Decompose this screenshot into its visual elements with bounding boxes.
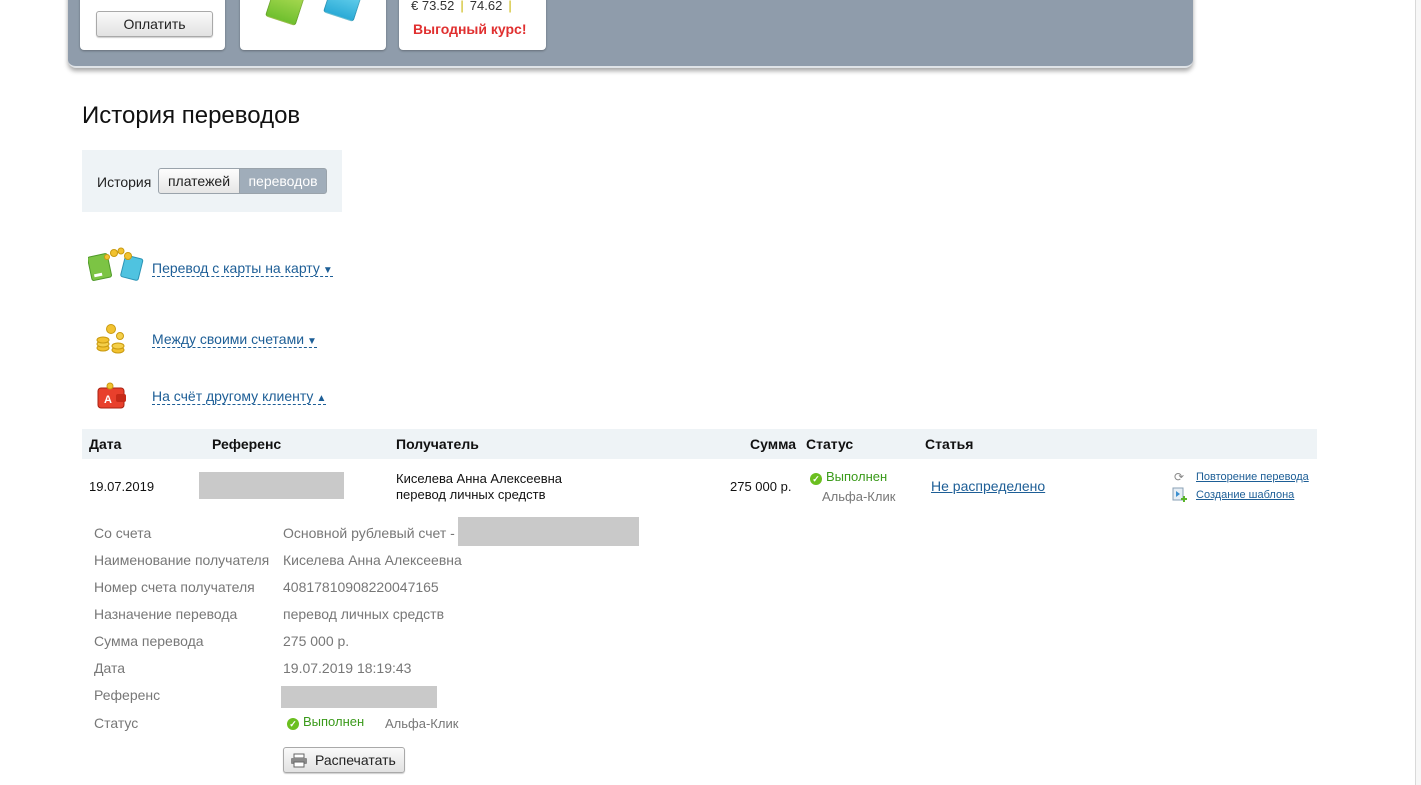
repeat-transfer-link[interactable]: Повторение перевода [1196,471,1309,483]
detail-value-from: Основной рублевый счет - [283,525,455,541]
chevron-down-icon: ▼ [322,265,333,276]
row-recipient-name: Киселева Анна Алексеевна [396,471,563,486]
vertical-scrollbar[interactable] [1415,0,1421,785]
pay-button[interactable]: Оплатить [96,11,213,37]
row-recipient-note: перевод личных средств [396,487,546,502]
print-button[interactable]: Распечатать [283,747,405,773]
col-status: Статус [806,436,854,452]
check-icon: ✓ [287,718,299,730]
detail-value-name: Киселева Анна Алексеевна [283,552,462,568]
toggle-label: История [97,174,152,190]
detail-ref-masked [281,686,437,708]
chevron-down-icon: ▼ [307,336,317,347]
tab-payments[interactable]: платежей [158,168,240,194]
svg-text:A: A [104,394,112,406]
repeat-icon[interactable]: ⟳ [1172,470,1186,484]
col-category: Статья [925,436,974,452]
page-title: История переводов [82,102,301,129]
detail-label-amount: Сумма перевода [94,633,204,649]
category-link[interactable]: Не распределено [931,478,1045,494]
detail-label-ref: Референс [94,687,161,703]
detail-value-amount: 275 000 р. [283,633,350,649]
detail-value-purpose: перевод личных средств [283,606,445,622]
cards-icon [88,247,144,281]
detail-label-date: Дата [94,660,126,676]
printer-icon [291,753,307,768]
detail-value-channel: Альфа-Клик [385,716,459,731]
row-channel: Альфа-Клик [822,489,896,504]
row-date: 19.07.2019 [89,479,155,494]
cards-promo[interactable] [240,0,386,50]
coins-icon [96,324,125,354]
section-own-accounts[interactable]: Между своими счетами ▼ [152,331,317,350]
col-recipient: Получатель [396,436,479,452]
detail-account-masked [458,517,639,546]
col-sum: Сумма [750,436,797,452]
detail-label-name: Наименование получателя [94,552,270,568]
detail-label-purpose: Назначение перевода [94,606,238,622]
chevron-up-icon: ▲ [316,393,327,404]
detail-value-account: 40817810908220047165 [283,579,439,595]
create-template-link[interactable]: Создание шаблона [1196,489,1294,501]
history-toggle: История платежей переводов [82,150,342,212]
payment-widget: Оплатить [80,0,225,50]
row-sum: 275 000 р. [730,479,792,494]
detail-label-from: Со счета [94,525,152,541]
blue-card-icon [322,0,366,23]
exchange-rate-widget[interactable]: € 73.52 | 74.62 | Выгодный курс! [399,0,546,50]
template-icon[interactable] [1172,487,1188,503]
transfers-table-header: Дата Референс Получатель Сумма Статус Ст… [82,429,1317,459]
check-icon: ✓ [810,473,822,485]
top-banner: Оплатить € 73.52 | 74.62 | Выгодный курс! [68,0,1193,68]
row-reference-masked [199,472,344,499]
section-other-client[interactable]: На счёт другому клиенту ▲ [152,388,327,407]
green-card-icon [264,0,308,27]
col-date: Дата [89,436,122,452]
section-card-to-card[interactable]: Перевод с карты на карту ▼ [152,260,333,279]
wallet-icon: A [97,382,126,409]
col-reference: Референс [212,436,282,452]
detail-label-account: Номер счета получателя [94,579,255,595]
tab-transfers[interactable]: переводов [239,168,327,194]
euro-rate: € 73.52 | 74.62 | [411,0,512,13]
rate-promo-text: Выгодный курс! [413,21,527,37]
row-status: ✓ Выполнен [810,469,887,485]
detail-value-date: 19.07.2019 18:19:43 [283,660,412,676]
detail-label-status: Статус [94,715,139,731]
detail-value-status: ✓ Выполнен [287,714,364,730]
